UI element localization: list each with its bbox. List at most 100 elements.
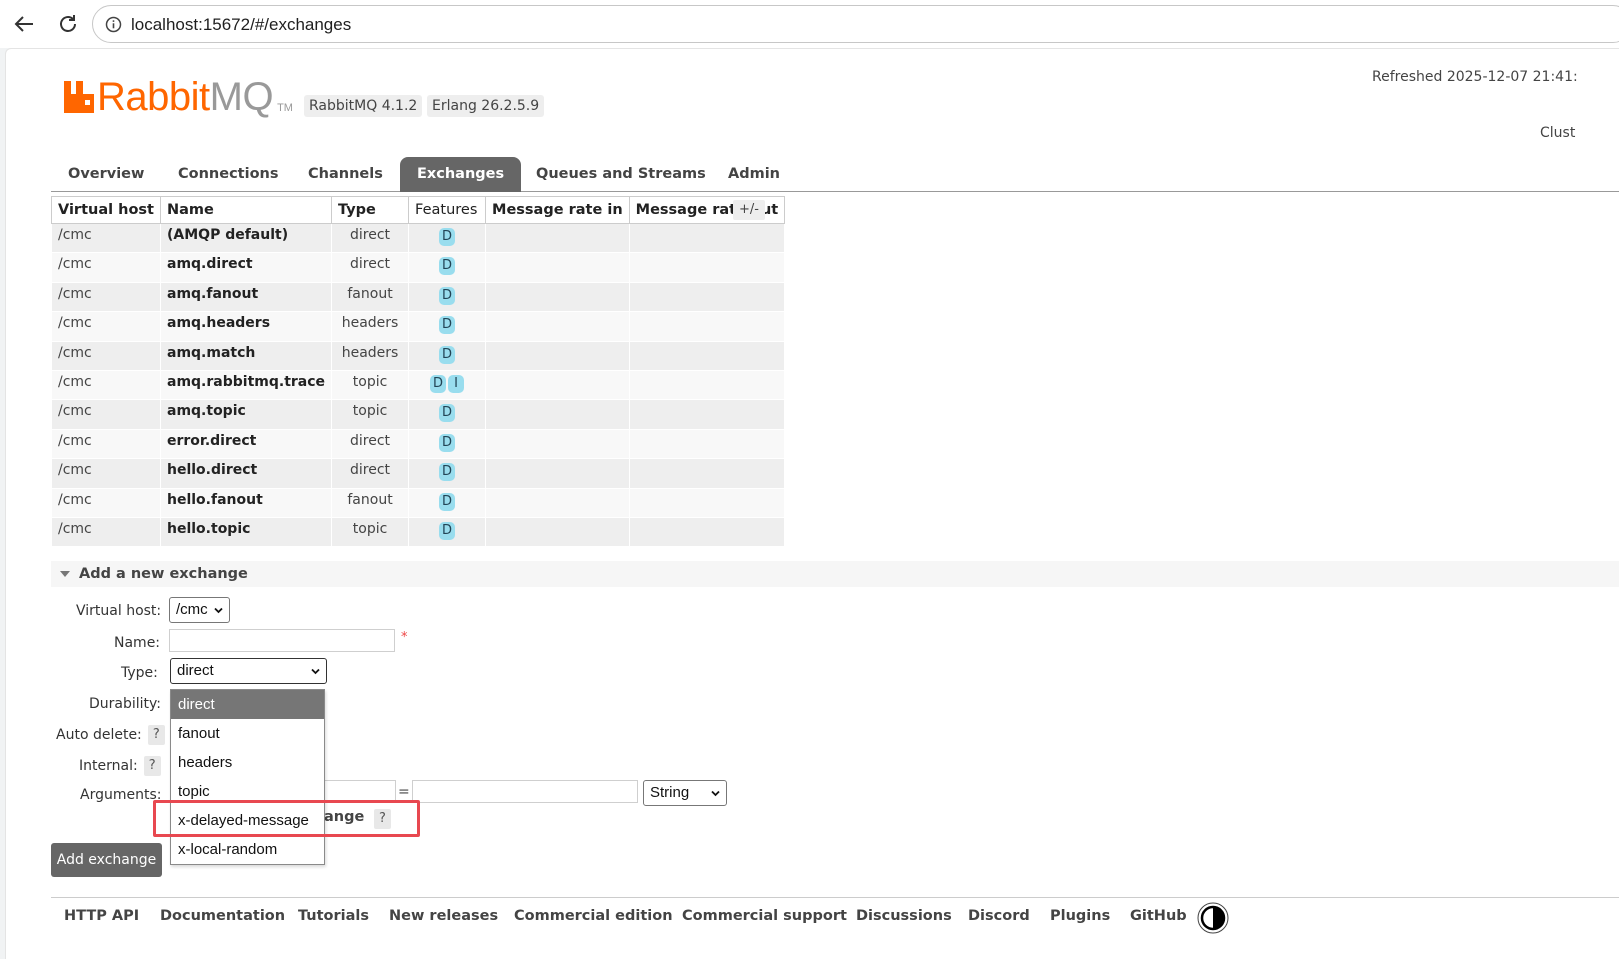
virtual-host-select[interactable]: /cmc: [169, 597, 230, 623]
row-features: D: [408, 281, 487, 313]
row-type: fanout: [331, 281, 410, 313]
tab-connections[interactable]: Connections: [161, 157, 296, 192]
durable-badge: D: [430, 374, 447, 393]
exchange-name-link[interactable]: amq.direct: [159, 252, 333, 283]
tab-queues-and-streams[interactable]: Queues and Streams: [519, 157, 723, 192]
exchange-name-input[interactable]: [169, 629, 395, 652]
theme-toggle-icon[interactable]: [1197, 902, 1229, 934]
row-vhost: /cmc: [51, 458, 161, 489]
exchange-type-value: direct: [177, 662, 214, 679]
tab-admin[interactable]: Admin: [711, 157, 797, 192]
erlang-version-badge: Erlang 26.2.5.9: [427, 95, 545, 117]
table-row: /cmc (AMQP default) direct D: [51, 222, 786, 254]
table-row: /cmc amq.headers headers D: [51, 311, 786, 342]
footer-link-commercial-edition[interactable]: Commercial edition: [514, 908, 673, 924]
row-rate-out: [628, 222, 786, 254]
footer-link-github[interactable]: GitHub: [1130, 908, 1187, 924]
refreshed-timestamp: Refreshed 2025-12-07 21:41:: [1372, 69, 1578, 85]
back-arrow-icon[interactable]: [8, 8, 40, 40]
table-row: /cmc hello.topic topic D: [51, 516, 786, 548]
row-rate-out: [628, 252, 786, 283]
page-content: Rabbit MQ TM RabbitMQ 4.1.2 Erlang 26.2.5…: [5, 48, 1619, 959]
exchange-name-link[interactable]: amq.rabbitmq.trace: [159, 369, 333, 401]
section-title: Add a new exchange: [79, 566, 248, 582]
footer-link-tutorials[interactable]: Tutorials: [298, 908, 369, 924]
row-vhost: /cmc: [51, 516, 161, 548]
add-exchange-section-toggle[interactable]: Add a new exchange: [51, 561, 1619, 587]
collapse-arrow-icon: [60, 571, 70, 577]
footer-link-new-releases[interactable]: New releases: [389, 908, 498, 924]
durable-badge: D: [439, 228, 456, 246]
row-rate-out: [628, 487, 786, 518]
tab-channels[interactable]: Channels: [291, 157, 400, 192]
row-type: headers: [331, 311, 410, 342]
exchange-name-link[interactable]: hello.topic: [159, 516, 333, 548]
exchange-type-select[interactable]: direct: [170, 658, 327, 684]
row-features: D: [408, 340, 487, 371]
footer-link-discord[interactable]: Discord: [968, 908, 1030, 924]
table-row: /cmc amq.fanout fanout D: [51, 281, 786, 313]
add-exchange-button[interactable]: Add exchange: [51, 843, 162, 877]
row-rate-in: [485, 222, 630, 254]
table-row: /cmc hello.fanout fanout D: [51, 487, 786, 518]
row-vhost: /cmc: [51, 428, 161, 460]
exchange-name-link[interactable]: error.direct: [159, 428, 333, 460]
logo-trademark: TM: [277, 102, 293, 114]
col-message-rate-in: Message rate in: [485, 196, 630, 224]
row-type: topic: [331, 369, 410, 401]
site-info-icon[interactable]: [105, 16, 122, 33]
col-type[interactable]: Type: [331, 196, 410, 224]
row-type: direct: [331, 252, 410, 283]
row-features: D: [408, 399, 487, 430]
type-option-x-local-random[interactable]: x-local-random: [171, 835, 324, 864]
type-option-fanout[interactable]: fanout: [171, 719, 324, 748]
exchange-name-link[interactable]: amq.headers: [159, 311, 333, 342]
tab-overview[interactable]: Overview: [51, 157, 161, 192]
rabbitmq-logo-icon: [64, 81, 94, 113]
row-type: headers: [331, 340, 410, 371]
exchange-name-link[interactable]: (AMQP default): [159, 222, 333, 254]
footer-link-http-api[interactable]: HTTP API: [64, 908, 139, 924]
footer-link-plugins[interactable]: Plugins: [1050, 908, 1110, 924]
footer-link-documentation[interactable]: Documentation: [160, 908, 285, 924]
internal-label-text: Internal:: [79, 758, 138, 774]
row-vhost: /cmc: [51, 281, 161, 313]
type-option-direct[interactable]: direct: [171, 690, 324, 719]
exchange-name-link[interactable]: amq.topic: [159, 399, 333, 430]
type-option-headers[interactable]: headers: [171, 748, 324, 777]
durable-badge: D: [439, 433, 456, 452]
reload-icon[interactable]: [52, 8, 84, 40]
auto-delete-help-icon[interactable]: ?: [147, 725, 165, 745]
table-row: /cmc amq.direct direct D: [51, 252, 786, 283]
main-nav-tabs: Overview Connections Channels Exchanges …: [51, 157, 1619, 192]
col-name[interactable]: Name: [159, 196, 333, 224]
row-features: D: [408, 311, 487, 342]
exchange-name-link[interactable]: hello.fanout: [159, 487, 333, 518]
durable-badge: D: [439, 463, 456, 482]
col-virtual-host[interactable]: Virtual host: [51, 196, 161, 224]
row-type: direct: [331, 428, 410, 460]
tab-exchanges[interactable]: Exchanges: [400, 157, 522, 192]
argument-type-select[interactable]: String: [643, 780, 727, 806]
row-rate-in: [485, 311, 630, 342]
durable-badge: D: [439, 521, 456, 540]
row-features: DI: [408, 369, 487, 401]
internal-badge: I: [448, 374, 465, 393]
exchange-name-link[interactable]: amq.fanout: [159, 281, 333, 313]
row-features: D: [408, 428, 487, 460]
rabbitmq-logo[interactable]: Rabbit MQ TM: [64, 75, 293, 119]
internal-label: Internal:?: [79, 756, 161, 776]
column-toggle-button[interactable]: +/-: [733, 200, 765, 220]
col-features: Features: [408, 196, 487, 224]
footer-link-discussions[interactable]: Discussions: [856, 908, 952, 924]
argument-value-input[interactable]: [412, 780, 638, 803]
exchange-name-link[interactable]: hello.direct: [159, 458, 333, 489]
address-bar[interactable]: localhost:15672/#/exchanges: [92, 5, 1619, 43]
chevron-down-icon: [311, 668, 320, 675]
footer-link-commercial-support[interactable]: Commercial support: [682, 908, 847, 924]
row-vhost: /cmc: [51, 340, 161, 371]
row-features: D: [408, 222, 487, 254]
row-rate-in: [485, 487, 630, 518]
exchange-name-link[interactable]: amq.match: [159, 340, 333, 371]
internal-help-icon[interactable]: ?: [143, 756, 161, 776]
